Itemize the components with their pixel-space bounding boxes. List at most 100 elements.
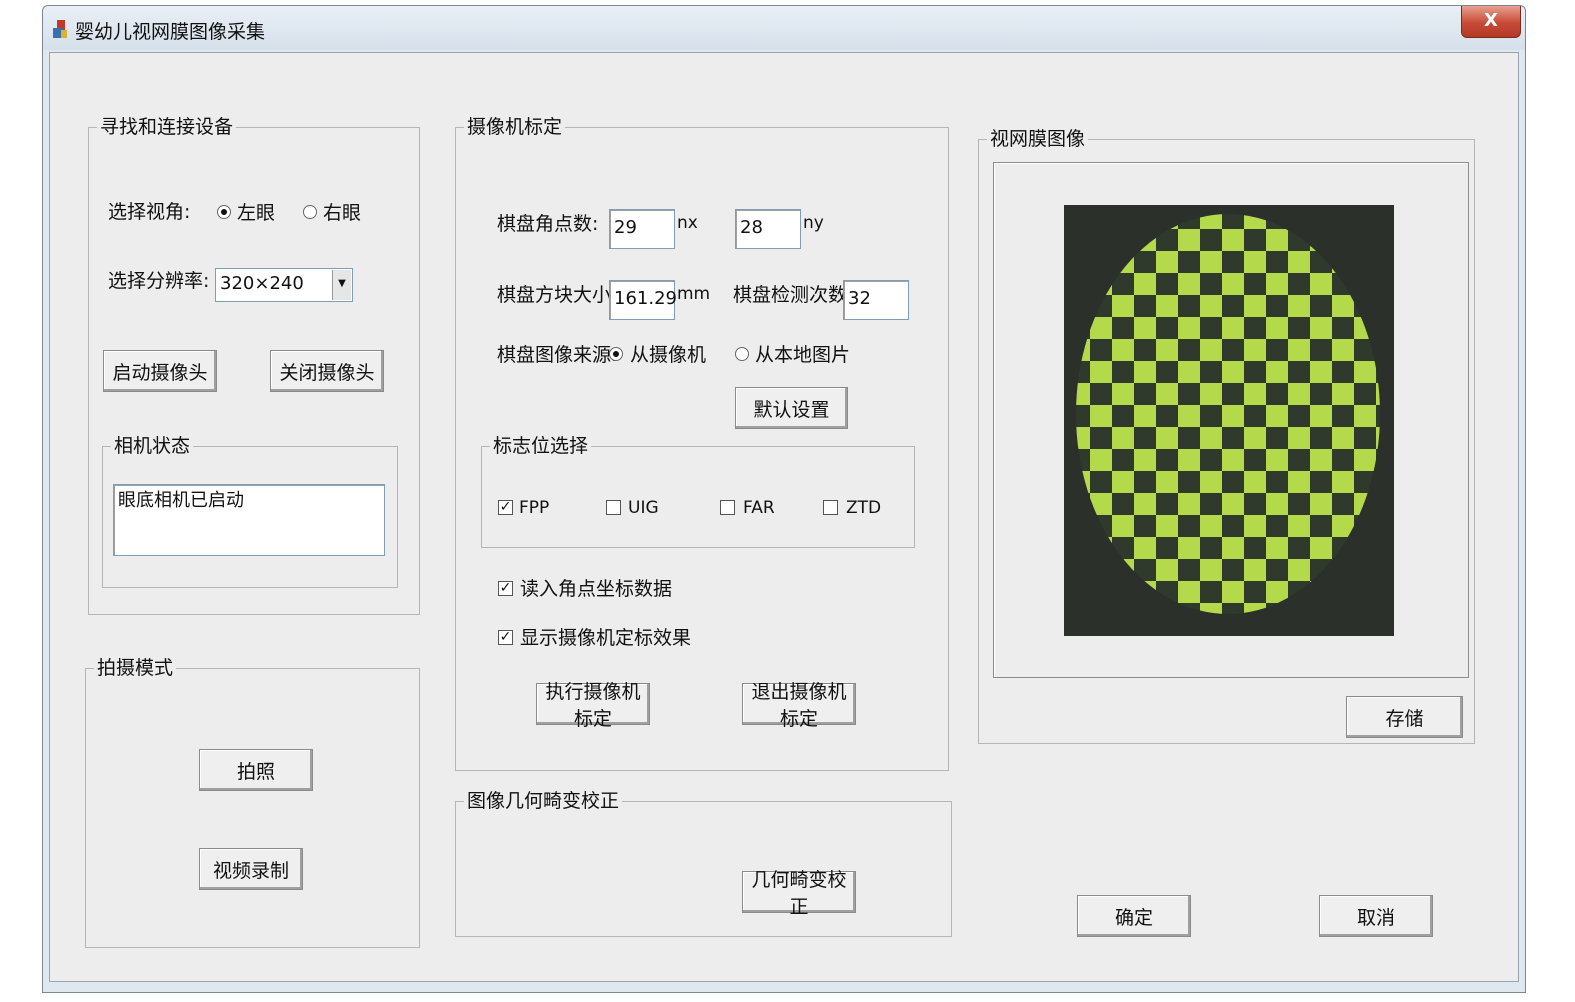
ok-button[interactable]: 确定 xyxy=(1077,895,1191,937)
checkerboard-square xyxy=(1244,427,1266,449)
read-corners-checkbox[interactable]: ✓ xyxy=(498,581,513,596)
checkerboard-square xyxy=(1332,427,1354,449)
checkerboard-square xyxy=(1288,471,1310,493)
right-eye-radio[interactable] xyxy=(303,205,317,219)
camera-status-text: 眼底相机已启动 xyxy=(113,484,385,556)
checkerboard-square xyxy=(1266,361,1288,383)
checkerboard-square xyxy=(1112,515,1134,537)
checkerboard-square xyxy=(1354,405,1376,427)
checkerboard-square xyxy=(1288,251,1310,273)
square-size-input[interactable]: 161.29 xyxy=(609,280,677,320)
checkerboard-square xyxy=(1244,515,1266,537)
source-local-label[interactable]: 从本地图片 xyxy=(755,343,850,367)
show-effect-label[interactable]: 显示摄像机定标效果 xyxy=(520,626,691,650)
checkerboard-square xyxy=(1090,449,1112,471)
checkerboard-square xyxy=(1288,427,1310,449)
checkerboard-square xyxy=(1354,361,1376,383)
ny-input[interactable]: 28 xyxy=(735,209,801,249)
device-group-title: 寻找和连接设备 xyxy=(97,115,237,139)
checkerboard-square xyxy=(1112,383,1134,405)
close-button[interactable]: X xyxy=(1461,6,1521,38)
show-effect-checkbox[interactable]: ✓ xyxy=(498,630,513,645)
flag-uig-checkbox[interactable] xyxy=(606,500,621,515)
checkerboard-square xyxy=(1222,405,1244,427)
flag-ztd-checkbox[interactable] xyxy=(823,500,838,515)
retina-group: 视网膜图像 存储 xyxy=(978,127,1475,744)
app-icon xyxy=(53,20,67,38)
left-eye-radio[interactable] xyxy=(217,205,231,219)
checkerboard-square xyxy=(1134,317,1156,339)
checkerboard-square xyxy=(1156,251,1178,273)
checkerboard-square xyxy=(1112,295,1134,317)
checkerboard-square xyxy=(1266,449,1288,471)
checkerboard-square xyxy=(1288,515,1310,537)
shoot-mode-group: 拍摄模式 拍照 视频录制 xyxy=(85,656,420,948)
distortion-title: 图像几何畸变校正 xyxy=(464,789,623,813)
exit-calibration-button[interactable]: 退出摄像机标定 xyxy=(742,681,856,730)
cancel-button[interactable]: 取消 xyxy=(1319,895,1433,937)
record-video-button[interactable]: 视频录制 xyxy=(199,848,303,890)
checkerboard-square xyxy=(1178,537,1200,559)
checkerboard-square xyxy=(1222,537,1244,559)
checkerboard-square xyxy=(1200,471,1222,493)
checkerboard-square xyxy=(1288,383,1310,405)
left-eye-label[interactable]: 左眼 xyxy=(237,201,275,225)
flag-fpp-label[interactable]: FPP xyxy=(519,496,549,520)
checkerboard-square xyxy=(1222,317,1244,339)
save-image-button[interactable]: 存储 xyxy=(1346,696,1463,738)
corners-label: 棋盘角点数: xyxy=(497,213,599,235)
checkerboard-square xyxy=(1244,295,1266,317)
calibration-group: 摄像机标定 棋盘角点数: 29 nx 28 ny 棋盘方块大小: 161.29 … xyxy=(455,115,949,771)
checkerboard-square xyxy=(1134,493,1156,515)
dropdown-arrow-icon[interactable]: ▼ xyxy=(332,270,351,300)
flag-far-checkbox[interactable] xyxy=(720,500,735,515)
checkerboard-square xyxy=(1222,493,1244,515)
distortion-group: 图像几何畸变校正 几何畸变校正 xyxy=(455,789,952,937)
checkerboard-square xyxy=(1332,339,1354,361)
close-camera-button[interactable]: 关闭摄像头 xyxy=(270,350,384,392)
nx-unit: nx xyxy=(677,213,698,233)
checkerboard-square xyxy=(1354,449,1376,471)
source-camera-radio[interactable] xyxy=(609,347,623,361)
resolution-label: 选择分辨率: xyxy=(108,270,210,292)
checkerboard-square xyxy=(1288,339,1310,361)
take-photo-button[interactable]: 拍照 xyxy=(199,749,313,791)
checkerboard-square xyxy=(1178,229,1200,251)
default-settings-button[interactable]: 默认设置 xyxy=(735,387,848,429)
distortion-correct-button[interactable]: 几何畸变校正 xyxy=(742,869,856,918)
resolution-select[interactable]: 320×240 ▼ xyxy=(215,268,353,302)
checkerboard-square xyxy=(1178,361,1200,383)
flag-ztd-label[interactable]: ZTD xyxy=(846,496,881,520)
start-camera-button[interactable]: 启动摄像头 xyxy=(103,350,217,392)
main-window: 婴幼儿视网膜图像采集 X 寻找和连接设备 选择视角: 左眼 右眼 选择分辨率: … xyxy=(42,5,1526,993)
checkerboard-square xyxy=(1178,317,1200,339)
nx-input[interactable]: 29 xyxy=(609,209,675,249)
retina-image xyxy=(1064,205,1394,636)
source-local-radio[interactable] xyxy=(735,347,749,361)
flag-fpp-checkbox[interactable]: ✓ xyxy=(498,500,513,515)
source-camera-label[interactable]: 从摄像机 xyxy=(630,343,706,367)
checkerboard-square xyxy=(1310,361,1332,383)
checkerboard-square xyxy=(1310,317,1332,339)
checkerboard-square xyxy=(1222,273,1244,295)
flags-group: 标志位选择 ✓ FPP UIG FAR ZTD xyxy=(481,434,915,548)
checkerboard-square xyxy=(1266,537,1288,559)
run-calibration-button[interactable]: 执行摄像机标定 xyxy=(536,681,650,730)
title-bar[interactable]: 婴幼儿视网膜图像采集 X xyxy=(43,6,1525,50)
checkerboard-square xyxy=(1156,471,1178,493)
detect-count-input[interactable]: 32 xyxy=(843,280,909,320)
device-group: 寻找和连接设备 选择视角: 左眼 右眼 选择分辨率: 320×240 ▼ 启动摄… xyxy=(88,115,420,615)
read-corners-label[interactable]: 读入角点坐标数据 xyxy=(520,577,672,601)
checkerboard-square xyxy=(1200,427,1222,449)
flag-far-label[interactable]: FAR xyxy=(743,496,775,520)
flag-uig-label[interactable]: UIG xyxy=(628,496,659,520)
checkerboard-square xyxy=(1244,383,1266,405)
checkerboard-square xyxy=(1112,471,1134,493)
checkerboard-square xyxy=(1332,383,1354,405)
dialog-client: 寻找和连接设备 选择视角: 左眼 右眼 选择分辨率: 320×240 ▼ 启动摄… xyxy=(49,52,1519,982)
checkerboard-square xyxy=(1200,559,1222,581)
checkerboard-square xyxy=(1156,295,1178,317)
right-eye-label[interactable]: 右眼 xyxy=(323,201,361,225)
checkerboard-square xyxy=(1200,251,1222,273)
checkerboard-square xyxy=(1090,405,1112,427)
